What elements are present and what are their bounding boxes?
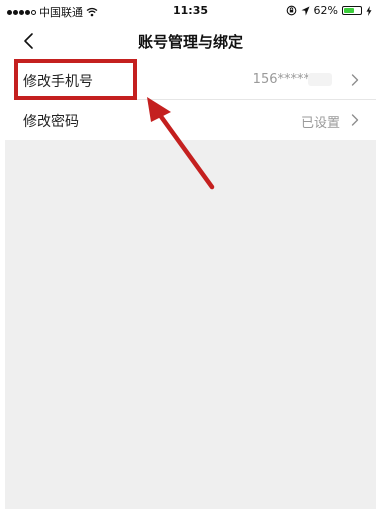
phone-screen: 中国联通 11:35 62% 账号管理与绑定 修改手机号 156***** 修改… (5, 0, 376, 509)
change-password-row[interactable]: 修改密码 已设置 (5, 100, 376, 140)
password-status-value: 已设置 (300, 116, 340, 131)
rotation-lock-icon (286, 5, 296, 16)
chevron-right-icon (351, 114, 359, 126)
status-bar: 中国联通 11:35 62% (5, 0, 376, 22)
redacted-digits (308, 73, 332, 86)
navigation-bar: 账号管理与绑定 (5, 22, 376, 60)
charging-icon (366, 5, 372, 16)
phone-number-value: 156***** (252, 72, 310, 87)
page-title: 账号管理与绑定 (137, 33, 243, 51)
location-icon (301, 6, 310, 15)
battery-level (344, 8, 354, 13)
status-right: 62% (286, 4, 372, 17)
battery-percent: 62% (313, 4, 338, 17)
battery-icon (342, 6, 362, 15)
change-password-label: 修改密码 (23, 114, 79, 130)
annotation-highlight-box (14, 59, 137, 100)
empty-content-area (5, 140, 376, 509)
chevron-right-icon (351, 74, 359, 86)
